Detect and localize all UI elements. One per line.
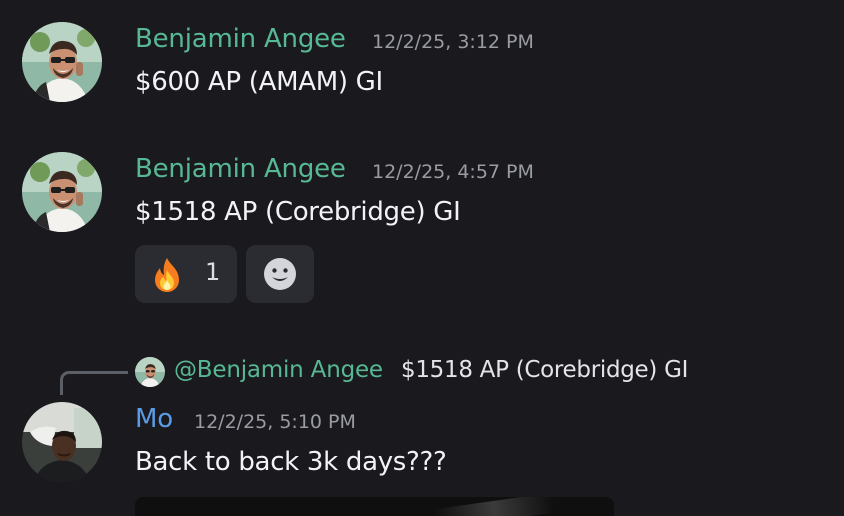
reply-avatar-image — [135, 357, 165, 387]
reply-preview-text[interactable]: $1518 AP (Corebridge) GI — [401, 357, 688, 383]
reply-mention[interactable]: @Benjamin Angee — [174, 357, 383, 383]
avatar-benjamin[interactable] — [22, 22, 102, 102]
message-content: Back to back 3k days??? — [135, 447, 447, 477]
avatar-benjamin-image — [22, 152, 102, 232]
reaction-fire[interactable]: 1 — [135, 245, 237, 303]
message-timestamp: 12/2/25, 5:10 PM — [194, 411, 356, 433]
add-reaction-button[interactable] — [246, 245, 314, 303]
avatar-benjamin[interactable] — [22, 152, 102, 232]
avatar-mo-image — [22, 402, 102, 482]
message-content: $600 AP (AMAM) GI — [135, 67, 383, 97]
attachment-detail — [433, 497, 555, 516]
message-content: $1518 AP (Corebridge) GI — [135, 197, 461, 227]
fire-emoji-icon — [155, 258, 179, 292]
reply-avatar[interactable] — [135, 357, 165, 387]
avatar-benjamin-image — [22, 22, 102, 102]
image-attachment[interactable] — [135, 497, 614, 516]
message-timestamp: 12/2/25, 4:57 PM — [372, 161, 534, 183]
reply-connector — [60, 371, 128, 395]
message-timestamp: 12/2/25, 3:12 PM — [372, 31, 534, 53]
smiley-icon — [264, 258, 296, 290]
author-name[interactable]: Mo — [135, 404, 173, 434]
author-name[interactable]: Benjamin Angee — [135, 154, 346, 184]
author-name[interactable]: Benjamin Angee — [135, 24, 346, 54]
reaction-count: 1 — [205, 258, 221, 286]
avatar-mo[interactable] — [22, 402, 102, 482]
